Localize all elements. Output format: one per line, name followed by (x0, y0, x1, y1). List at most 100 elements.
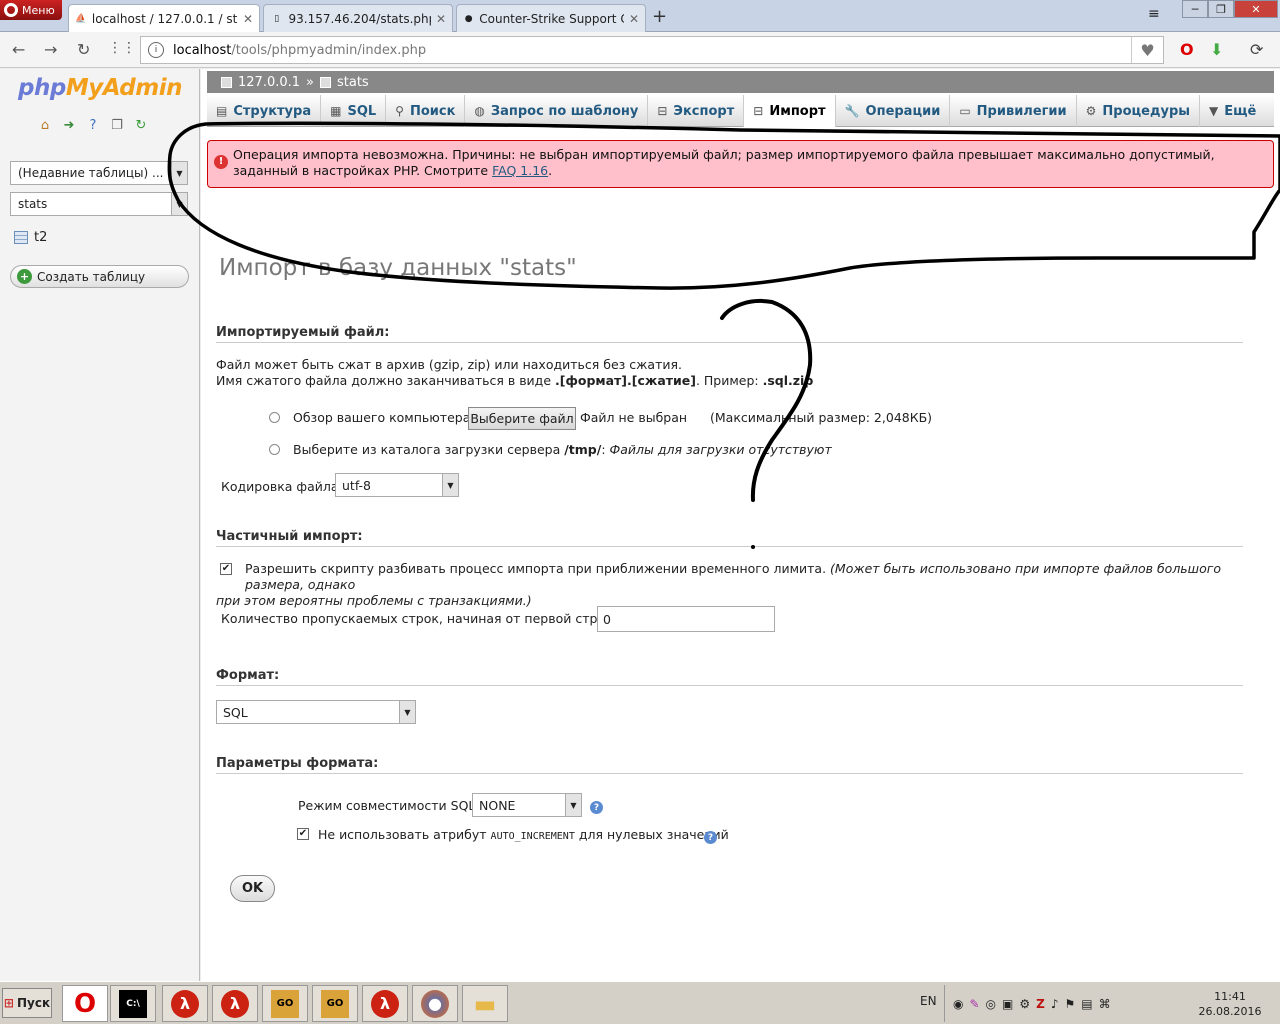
taskbar-app-halflife-3[interactable]: λ (362, 985, 408, 1022)
opera-extension-icon[interactable]: O (1180, 40, 1194, 59)
tab-sql[interactable]: ▦ SQL (321, 95, 387, 127)
radio-server-dir[interactable] (269, 444, 280, 455)
volume-icon[interactable]: ♪ (1051, 997, 1059, 1011)
home-icon[interactable]: ⌂ (37, 117, 53, 133)
tabs-menu-icon[interactable]: ≡ (1148, 6, 1160, 22)
quick-links: ⌂ ➜ ? ❐ ↻ (37, 117, 149, 133)
browser-tab-1[interactable]: ⛵ localhost / 127.0.0.1 / stats | ✕ (68, 4, 260, 32)
chevron-down-icon: ▼ (565, 794, 581, 816)
menu-label: Меню (22, 3, 55, 17)
query-icon: ◍ (474, 104, 485, 118)
charset-select[interactable]: utf-8 ▼ (335, 473, 459, 497)
skip-rows-input[interactable]: 0 (597, 606, 775, 632)
error-end: . (548, 163, 553, 178)
format-value: SQL (223, 704, 248, 720)
language-indicator[interactable]: EN (920, 994, 937, 1008)
tray-app-icon[interactable]: ◉ (953, 997, 963, 1011)
tray-app-icon-2[interactable]: ⌘ (1099, 997, 1111, 1011)
browser-tab-3[interactable]: ● Counter-Strike Support Comm ✕ (456, 4, 646, 32)
bookmark-heart-icon[interactable]: ♥ (1131, 37, 1163, 63)
tab-routines[interactable]: ⚙ Процедуры (1077, 95, 1201, 127)
database-select[interactable]: stats ▼ (10, 192, 188, 216)
network-icon[interactable]: ▤ (1081, 997, 1092, 1011)
tab-export[interactable]: ⊟ Экспорт (648, 95, 745, 127)
opera-menu-button[interactable]: Меню (0, 0, 62, 20)
tray-screen-icon[interactable]: ▣ (1002, 997, 1013, 1011)
taskbar-app-cmd[interactable]: C:\ (110, 985, 156, 1022)
update-icon[interactable]: ⟳ (1250, 40, 1263, 59)
tab-search[interactable]: ⚲ Поиск (386, 95, 466, 127)
server-dir-text: Выберите из каталога загрузки сервера (293, 442, 565, 457)
taskbar-app-firefox[interactable]: ● (412, 985, 458, 1022)
tab-more[interactable]: ▼ Ещё (1200, 95, 1265, 127)
close-icon[interactable]: ✕ (436, 12, 446, 26)
tab-operations[interactable]: 🔧 Операции (836, 95, 951, 127)
address-bar[interactable]: i localhost/tools/phpmyadmin/index.php ♥ (140, 36, 1164, 64)
taskbar-app-halflife-2[interactable]: λ (212, 985, 258, 1022)
close-icon[interactable]: ✕ (243, 12, 253, 26)
plus-icon: + (17, 269, 32, 284)
server-icon (221, 76, 232, 88)
error-message: ! Операция импорта невозможна. Причины: … (207, 140, 1274, 188)
routines-icon: ⚙ (1085, 104, 1097, 118)
forward-icon[interactable]: → (44, 40, 57, 59)
minimize-icon[interactable]: ─ (1182, 0, 1208, 18)
create-table-button[interactable]: + Создать таблицу (10, 265, 189, 288)
help-icon[interactable]: ? (704, 831, 717, 844)
site-info-icon[interactable]: i (148, 42, 164, 58)
radio-local-file[interactable] (269, 412, 280, 423)
tab-label: Импорт (769, 103, 826, 119)
logout-icon[interactable]: ➜ (61, 117, 77, 133)
tray-pen-icon[interactable]: ✎ (969, 997, 979, 1011)
taskbar-app-csgo-1[interactable]: GO (262, 985, 308, 1022)
taskbar-app-opera[interactable]: O (62, 985, 108, 1022)
refresh-icon[interactable]: ↻ (133, 117, 149, 133)
taskbar-app-explorer[interactable]: ▬ (462, 985, 508, 1022)
flag-icon[interactable]: ⚑ (1065, 997, 1076, 1011)
close-icon[interactable]: ✕ (629, 12, 639, 26)
half-life-icon: λ (371, 989, 399, 1018)
section-title-format: Формат: (216, 668, 1243, 686)
tab-query[interactable]: ◍ Запрос по шаблону (465, 95, 649, 127)
browser-tab-2[interactable]: ▯ 93.157.46.204/stats.php ✕ (263, 4, 453, 32)
no-auto-increment-checkbox[interactable]: ✔ (297, 828, 309, 840)
table-item-t2[interactable]: t2 (14, 230, 47, 245)
maximize-icon[interactable]: ❐ (1208, 0, 1234, 18)
breadcrumb-database[interactable]: stats (337, 75, 369, 90)
tab-privileges[interactable]: ▭ Привилегии (950, 95, 1077, 127)
tab-title: 93.157.46.204/stats.php (288, 11, 431, 26)
ok-button[interactable]: OK (230, 875, 275, 902)
tab-import[interactable]: ⊟ Импорт (744, 95, 836, 127)
breadcrumb-server[interactable]: 127.0.0.1 (238, 75, 300, 90)
taskbar-app-csgo-2[interactable]: GO (312, 985, 358, 1022)
reload-icon[interactable]: ↻ (77, 40, 90, 59)
steam-tray-icon[interactable]: ◎ (986, 997, 996, 1011)
speed-dial-icon[interactable]: ⋮⋮ (108, 40, 136, 56)
docs-icon[interactable]: ❐ (109, 117, 125, 133)
help-icon[interactable]: ? (590, 801, 603, 814)
auto-inc-keyword: AUTO_INCREMENT (490, 831, 575, 842)
chevron-down-icon: ▼ (442, 474, 458, 496)
phpmyadmin-logo[interactable]: phpMyAdmin (18, 75, 182, 101)
recent-tables-select[interactable]: (Недавние таблицы) ... ▼ (10, 161, 188, 185)
new-tab-button[interactable]: + (652, 6, 667, 27)
back-icon[interactable]: ← (12, 40, 25, 59)
start-button[interactable]: ⊞ Пуск (2, 988, 52, 1018)
desc-example: .sql.zip (762, 373, 814, 388)
faq-link[interactable]: FAQ 1.16 (492, 163, 548, 178)
tray-settings-icon[interactable]: ⚙ (1019, 997, 1030, 1011)
sql-icon: ▦ (330, 104, 342, 118)
format-select[interactable]: SQL ▼ (216, 700, 416, 724)
clock[interactable]: 11:41 26.08.2016 (1195, 989, 1265, 1019)
choose-file-button[interactable]: Выберите файл (468, 407, 576, 430)
compat-select[interactable]: NONE ▼ (472, 793, 582, 817)
filezilla-icon[interactable]: Z (1036, 997, 1045, 1011)
taskbar-app-halflife-1[interactable]: λ (162, 985, 208, 1022)
help-icon[interactable]: ? (85, 117, 101, 133)
download-icon[interactable]: ⬇ (1210, 40, 1223, 59)
tab-structure[interactable]: ▤ Структура (207, 95, 322, 127)
opera-logo-icon (4, 3, 18, 17)
charset-label: Кодировка файла: (221, 479, 343, 494)
allow-interrupt-text: Разрешить скрипту разбивать процесс импо… (216, 561, 1246, 609)
window-close-icon[interactable]: ✕ (1234, 0, 1278, 18)
